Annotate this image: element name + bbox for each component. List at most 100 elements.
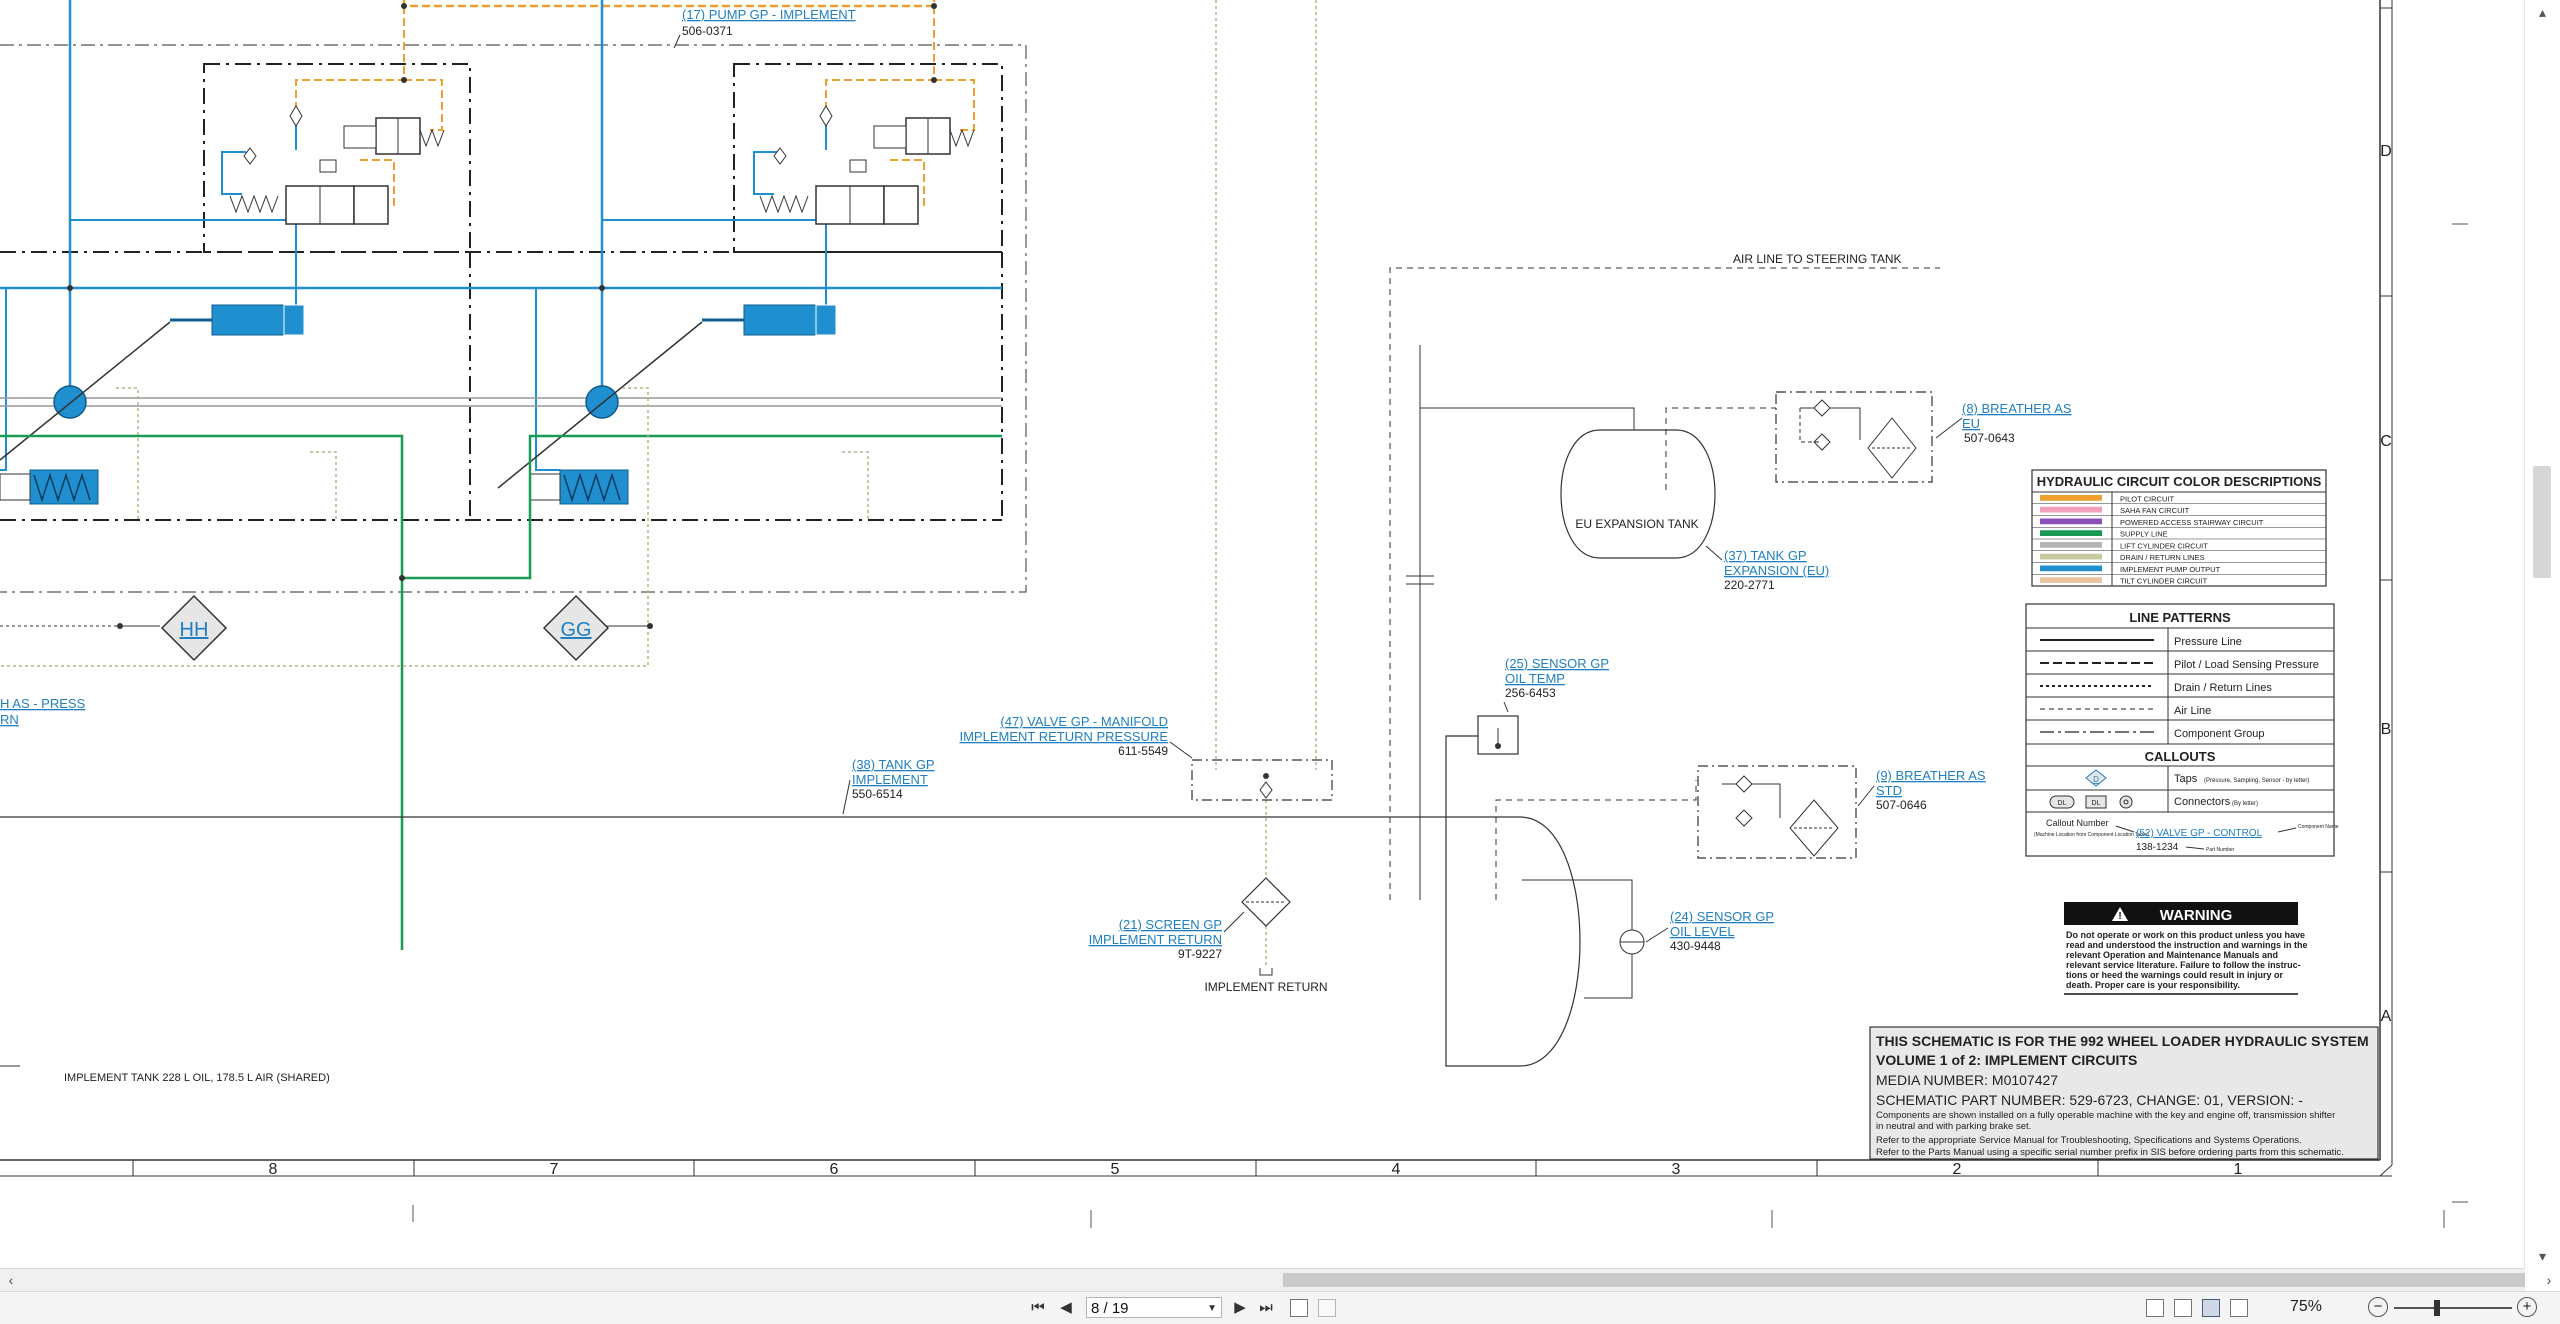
svg-text:!: !	[2118, 911, 2121, 922]
callout-37-name-2[interactable]: EXPANSION (EU)	[1724, 563, 1829, 578]
legend-swatch	[2040, 495, 2102, 501]
example-part-number: Part Number	[2206, 847, 2235, 853]
connectors-note: (By letter)	[2232, 801, 2258, 807]
compare-icon[interactable]	[1318, 1299, 1336, 1317]
manifold-valve	[1191, 759, 1333, 801]
title-line-3: MEDIA NUMBER: M0107427	[1876, 1072, 2058, 1088]
tap-hh-label[interactable]: HH	[180, 619, 209, 641]
connector-symbol-2: DL	[2092, 800, 2101, 807]
callout-38-name-2[interactable]: IMPLEMENT	[852, 772, 928, 787]
callout-21-name-2[interactable]: IMPLEMENT RETURN	[1089, 932, 1222, 947]
connectors-label: Connectors	[2174, 796, 2231, 808]
tap-gg-label[interactable]: GG	[560, 619, 591, 641]
chevron-down-icon[interactable]: ▼	[1207, 1298, 1217, 1319]
warning-title: WARNING	[2160, 907, 2233, 924]
next-page-icon[interactable]: ▶	[1230, 1298, 1250, 1318]
color-legend: HYDRAULIC CIRCUIT COLOR DESCRIPTIONS PIL…	[2031, 469, 2327, 587]
title-note-3: Refer to the appropriate Service Manual …	[1876, 1135, 2302, 1146]
callout-9-name-2[interactable]: STD	[1876, 783, 1902, 798]
previous-page-icon[interactable]: ◀	[1056, 1298, 1076, 1318]
callout-8-name-2[interactable]: EU	[1962, 416, 1980, 431]
warning-line-3: relevant Operation and Maintenance Manua…	[2066, 950, 2278, 960]
warning-line-6: death. Proper care is your responsibilit…	[2066, 980, 2240, 990]
callout-47-name-1[interactable]: (47) VALVE GP - MANIFOLD	[1000, 714, 1168, 729]
legend-label: TILT CYLINDER CIRCUIT	[2120, 577, 2208, 586]
example-callout-name: (52) VALVE GP - CONTROL	[2136, 828, 2263, 839]
callout-25-name-2[interactable]: OIL TEMP	[1505, 671, 1565, 686]
callout-left-cut-1[interactable]: H AS - PRESS	[0, 696, 86, 711]
warning-line-4: relevant service literature. Failure to …	[2066, 960, 2301, 970]
legend-swatch	[2040, 518, 2102, 525]
zone-row-b: B	[2381, 721, 2392, 738]
page-number-value[interactable]: 8 / 19	[1091, 1300, 1129, 1317]
pattern-air: Air Line	[2174, 705, 2211, 717]
legend-label: DRAIN / RETURN LINES	[2120, 553, 2205, 562]
tap-gg[interactable]: GG	[542, 594, 610, 662]
title-line-1: THIS SCHEMATIC IS FOR THE 992 WHEEL LOAD…	[1876, 1033, 2369, 1049]
zone-row-d: D	[2380, 143, 2392, 160]
single-page-view-icon[interactable]	[2146, 1299, 2164, 1317]
legend-label: PILOT CIRCUIT	[2120, 494, 2174, 503]
tap-symbol-example: D	[2093, 775, 2099, 784]
zoom-in-icon[interactable]: +	[2517, 1297, 2537, 1317]
pattern-group: Component Group	[2174, 728, 2265, 740]
title-note-4: Refer to the Parts Manual using a specif…	[1876, 1147, 2344, 1158]
color-legend-title: HYDRAULIC CIRCUIT COLOR DESCRIPTIONS	[2037, 474, 2322, 489]
taps-label: Taps	[2174, 773, 2198, 785]
first-page-icon[interactable]: ⏮	[1028, 1298, 1048, 1318]
vertical-scrollbar[interactable]: ▴ ▾	[2524, 0, 2560, 1268]
callout-24-name-2[interactable]: OIL LEVEL	[1670, 924, 1735, 939]
scroll-right-icon[interactable]: ›	[2538, 1269, 2560, 1291]
callout-37-part: 220-2771	[1724, 578, 1775, 592]
snapshot-icon[interactable]	[1290, 1299, 1308, 1317]
scroll-left-icon[interactable]: ‹	[0, 1269, 22, 1291]
callout-9-name-1[interactable]: (9) BREATHER AS	[1876, 768, 1986, 783]
page-number-field[interactable]: 8 / 19 ▼	[1086, 1297, 1222, 1318]
eu-expansion-tank	[1560, 429, 1716, 559]
callout-25-part: 256-6453	[1505, 686, 1556, 700]
callout-8-name-1[interactable]: (8) BREATHER AS	[1962, 401, 2072, 416]
split-view-icon[interactable]	[2230, 1299, 2248, 1317]
scroll-down-icon[interactable]: ▾	[2525, 1244, 2560, 1268]
zone-row-c: C	[2380, 433, 2392, 450]
title-line-4: SCHEMATIC PART NUMBER: 529-6723, CHANGE:…	[1876, 1092, 2303, 1108]
zoom-slider[interactable]	[2394, 1307, 2512, 1309]
horizontal-scroll-thumb[interactable]	[1283, 1273, 2525, 1287]
zone-col-5: 5	[1111, 1161, 1120, 1178]
tap-hh[interactable]: HH	[160, 594, 228, 662]
callout-47-name-2[interactable]: IMPLEMENT RETURN PRESSURE	[959, 729, 1168, 744]
zone-col-3: 3	[1672, 1161, 1681, 1178]
legend-swatch	[2040, 542, 2102, 548]
document-viewport[interactable]: D C B A 8 7 6 5 4 3 2 1 HH GG (17) PUMP …	[0, 0, 2525, 1268]
zoom-level[interactable]: 75%	[2290, 1298, 2322, 1316]
callout-38-name-1[interactable]: (38) TANK GP	[852, 757, 935, 772]
callout-37-name-1[interactable]: (37) TANK GP	[1724, 548, 1807, 563]
two-page-view-icon[interactable]	[2202, 1299, 2220, 1317]
last-page-icon[interactable]: ⏭	[1256, 1298, 1276, 1318]
zoom-out-icon[interactable]: −	[2368, 1297, 2388, 1317]
pattern-drain: Drain / Return Lines	[2174, 682, 2272, 694]
warning-line-5: tions or heed the warnings could result …	[2066, 970, 2284, 980]
zone-col-8: 8	[269, 1161, 278, 1178]
vertical-scroll-thumb[interactable]	[2533, 466, 2551, 578]
callout-17-name[interactable]: (17) PUMP GP - IMPLEMENT	[682, 7, 856, 22]
legend-label: SAHA FAN CIRCUIT	[2120, 506, 2190, 515]
tank-note: IMPLEMENT TANK 228 L OIL, 178.5 L AIR (S…	[64, 1072, 330, 1084]
callout-17-part: 506-0371	[682, 24, 733, 38]
horizontal-scrollbar[interactable]: ‹ ›	[0, 1268, 2551, 1291]
callout-9-part: 507-0646	[1876, 798, 1927, 812]
zone-col-6: 6	[830, 1161, 839, 1178]
callouts-title: CALLOUTS	[2145, 749, 2216, 764]
callout-25-name-1[interactable]: (25) SENSOR GP	[1505, 656, 1609, 671]
scroll-up-icon[interactable]: ▴	[2525, 0, 2560, 24]
zone-col-2: 2	[1953, 1161, 1962, 1178]
zoom-slider-handle[interactable]	[2434, 1300, 2440, 1316]
implement-pump-group	[0, 0, 1317, 968]
callout-left-cut-2[interactable]: RN	[0, 712, 19, 727]
continuous-view-icon[interactable]	[2174, 1299, 2192, 1317]
callout-24-name-1[interactable]: (24) SENSOR GP	[1670, 909, 1774, 924]
connector-symbol-1: DL	[2058, 800, 2067, 807]
line-patterns-title: LINE PATTERNS	[2129, 610, 2231, 625]
callout-21-name-1[interactable]: (21) SCREEN GP	[1119, 917, 1222, 932]
warning-line-2: read and understood the instruction and …	[2066, 940, 2308, 950]
